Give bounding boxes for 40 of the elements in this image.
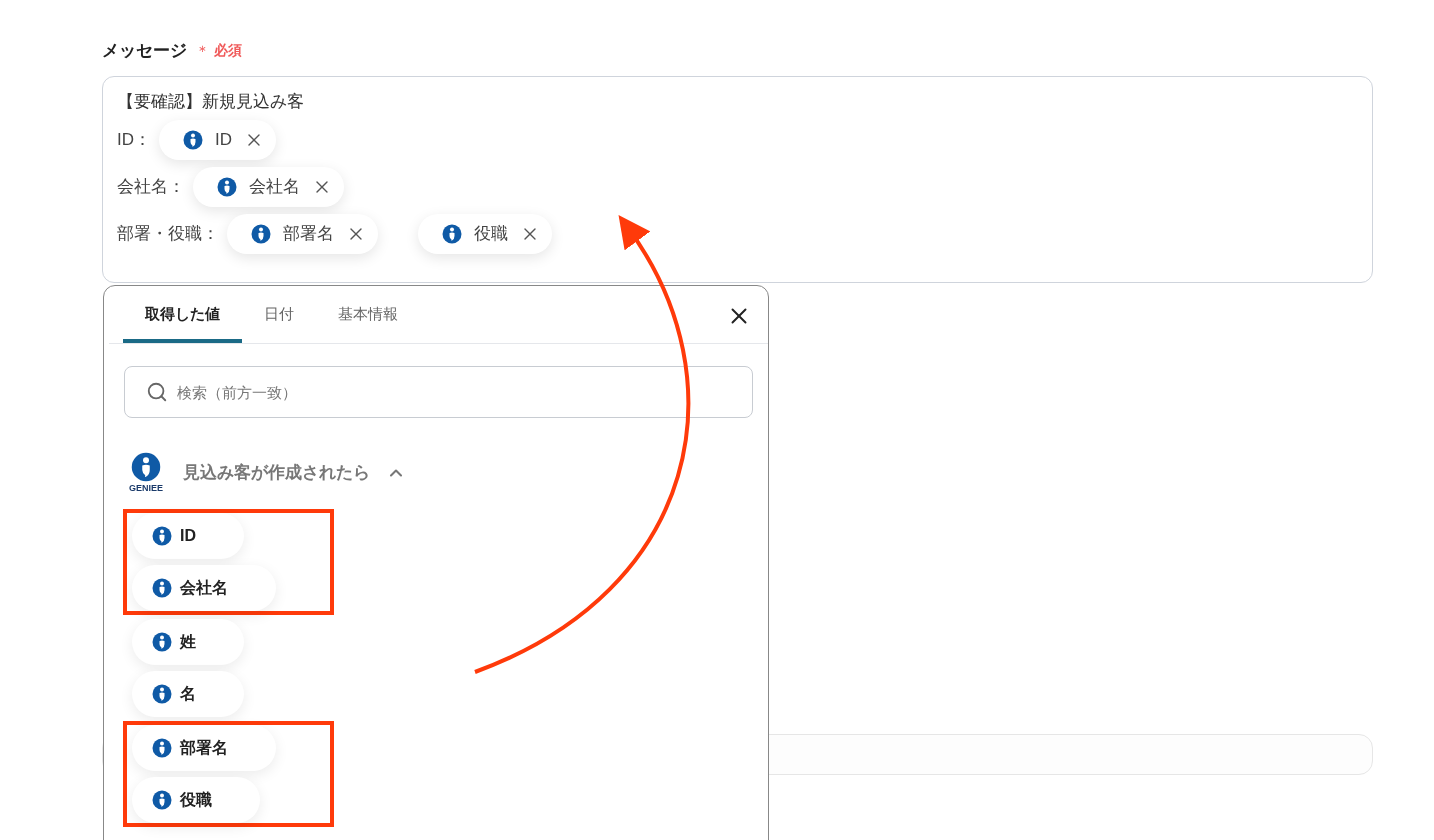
logo-icon bbox=[152, 578, 172, 598]
search-field[interactable]: 検索（前方一致） bbox=[124, 366, 753, 418]
logo-icon bbox=[251, 224, 271, 244]
logo-icon bbox=[152, 632, 172, 652]
message-field[interactable]: 【要確認】新規見込み客 ID： ID 会社名： 会社名 部署・役職： 部署名 役職 bbox=[102, 75, 1373, 283]
variable-item[interactable]: 姓 bbox=[132, 619, 244, 665]
tab[interactable]: 日付 bbox=[242, 302, 316, 343]
variable-chip[interactable]: 役職 bbox=[418, 214, 552, 254]
variable-item[interactable]: 部署名 bbox=[132, 725, 276, 771]
logo-icon bbox=[152, 526, 172, 546]
logo-icon bbox=[152, 684, 172, 704]
required-mark: ＊ bbox=[195, 40, 210, 61]
app-logo: GENIEE bbox=[129, 452, 163, 493]
variable-item[interactable]: 会社名 bbox=[132, 565, 276, 611]
tab[interactable]: 取得した値 bbox=[123, 302, 242, 343]
message-text: 部署・役職： bbox=[117, 223, 219, 246]
variable-chip[interactable]: 会社名 bbox=[193, 167, 344, 207]
variable-chip[interactable]: ID bbox=[159, 120, 276, 160]
search-icon bbox=[146, 381, 168, 403]
message-text: 【要確認】新規見込み客 bbox=[117, 90, 305, 113]
chip-label: ID bbox=[215, 129, 232, 152]
variable-item[interactable]: ID bbox=[132, 513, 244, 559]
chip-label: 部署名 bbox=[283, 223, 334, 246]
chip-label: 役職 bbox=[474, 223, 508, 246]
logo-icon bbox=[217, 177, 237, 197]
field-label: メッセージ bbox=[102, 40, 187, 62]
variable-chip[interactable]: 部署名 bbox=[227, 214, 378, 254]
logo-icon bbox=[183, 130, 203, 150]
required-text: 必須 bbox=[214, 41, 242, 61]
variable-item[interactable]: 役職 bbox=[132, 777, 260, 823]
logo-icon bbox=[131, 452, 161, 482]
chip-label: 会社名 bbox=[249, 176, 300, 199]
group-header[interactable]: 見込み客が作成されたら bbox=[183, 459, 406, 486]
logo-icon bbox=[152, 790, 172, 810]
message-text: 会社名： bbox=[117, 176, 185, 199]
message-text: ID： bbox=[117, 129, 151, 152]
logo-icon bbox=[152, 738, 172, 758]
tab[interactable]: 基本情報 bbox=[316, 302, 420, 343]
variable-item[interactable]: 名 bbox=[132, 671, 244, 717]
logo-icon bbox=[442, 224, 462, 244]
